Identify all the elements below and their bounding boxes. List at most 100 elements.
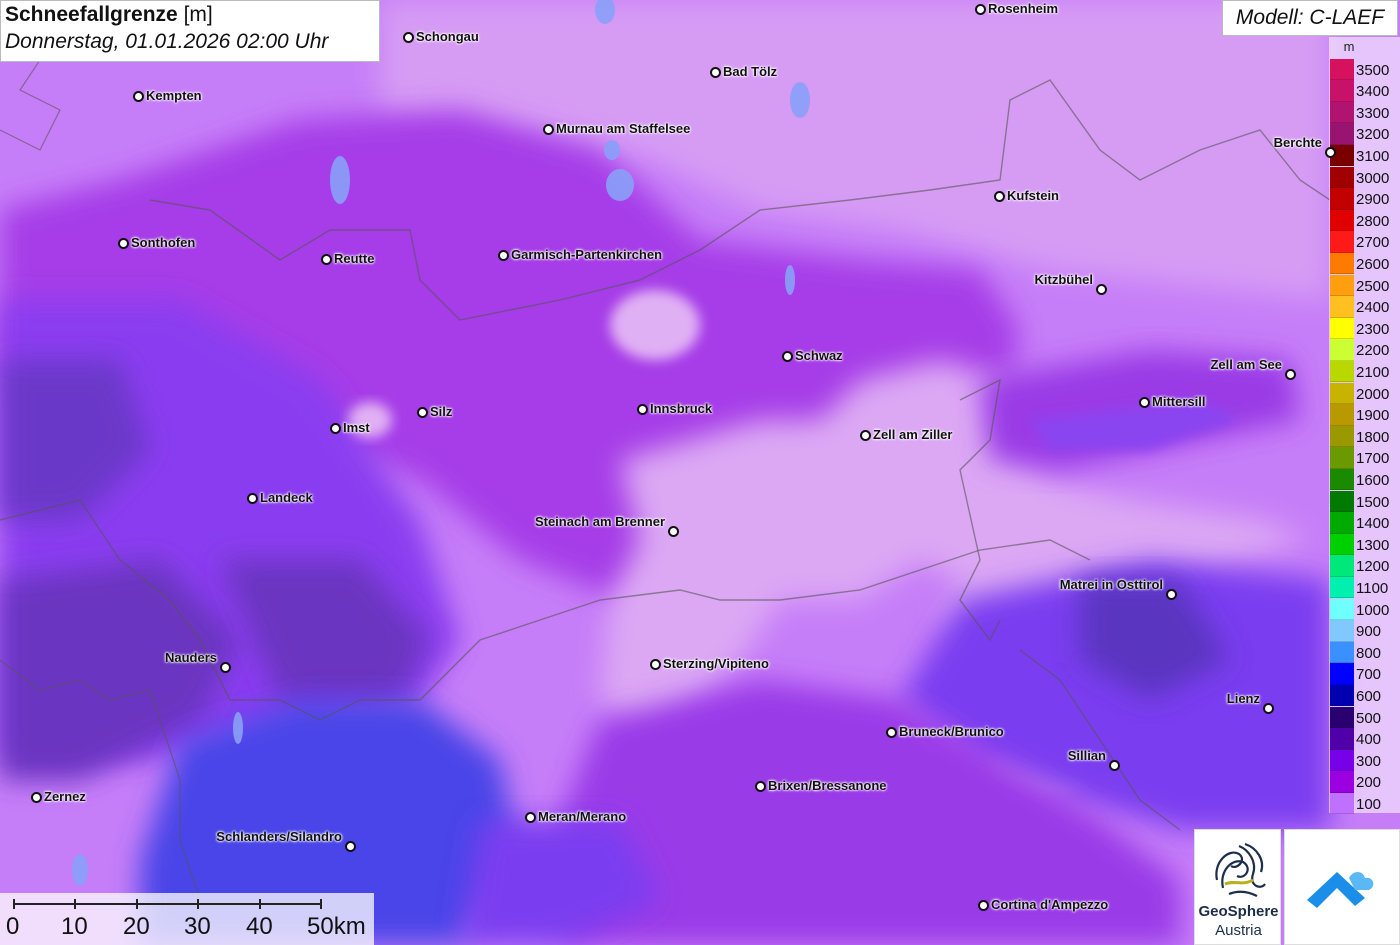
scale-label: 0	[6, 913, 20, 940]
city-marker	[330, 423, 341, 434]
legend-label: 1800	[1356, 428, 1390, 446]
legend-swatch	[1330, 447, 1354, 469]
legend-swatch	[1330, 80, 1354, 102]
model-label: Modell: C-LAEF	[1222, 0, 1398, 36]
legend-row-1600: 1600	[1329, 468, 1400, 491]
city-marker	[403, 32, 414, 43]
legend-row-2800: 2800	[1329, 209, 1400, 232]
legend-swatch	[1330, 101, 1354, 124]
city-label: Steinach am Brenner	[534, 514, 665, 529]
cloud-arrow-icon	[1307, 872, 1374, 908]
scale-tick	[136, 899, 138, 909]
legend-swatch	[1330, 123, 1354, 145]
city-label: Garmisch-Partenkirchen	[511, 247, 663, 262]
city-marker	[710, 67, 721, 78]
city-label: Sillian	[1067, 748, 1106, 763]
legend-row-2100: 2100	[1329, 360, 1400, 383]
city-label: Meran/Merano	[538, 809, 627, 824]
legend-swatch	[1330, 576, 1354, 599]
city-label: Zernez	[44, 789, 86, 804]
legend-row-1900: 1900	[1329, 404, 1400, 426]
city-label: Bruneck/Brunico	[899, 724, 1004, 739]
city-label: Schwaz	[795, 348, 843, 363]
city-label: Cortina d'Ampezzo	[991, 897, 1109, 912]
scale-label: 20	[123, 913, 150, 940]
legend-swatch	[1330, 512, 1354, 534]
city-marker	[975, 4, 986, 15]
legend-swatch	[1330, 749, 1354, 772]
city-label: Brixen/Bressanone	[768, 778, 887, 793]
legend-label: 1200	[1356, 558, 1390, 576]
city-label: Rosenheim	[988, 1, 1059, 16]
legend-swatch	[1330, 792, 1354, 815]
scale-tick	[320, 899, 322, 909]
legend-label: 2500	[1356, 277, 1390, 295]
legend-swatch	[1330, 296, 1354, 318]
city-label: Zell am Ziller	[873, 427, 953, 442]
legend-row-100: 100	[1329, 792, 1400, 815]
legend-row-1200: 1200	[1329, 555, 1400, 577]
weather-app-logo[interactable]	[1284, 829, 1400, 945]
city-marker	[1263, 703, 1274, 714]
legend-label: 200	[1356, 774, 1382, 792]
legend-label: 2900	[1356, 191, 1390, 209]
city-marker	[1166, 589, 1177, 600]
legend-swatch	[1330, 58, 1354, 81]
city-marker	[755, 781, 766, 792]
legend-row-1400: 1400	[1329, 512, 1400, 534]
city-marker	[637, 404, 648, 415]
city-marker	[1325, 147, 1336, 158]
logo-line1: GeoSphere	[1198, 903, 1279, 920]
legend-swatch	[1330, 641, 1354, 664]
legend-row-400: 400	[1329, 728, 1400, 750]
scale-label: 50km	[307, 913, 366, 940]
legend-swatch	[1330, 425, 1354, 448]
city-label: Mittersill	[1152, 394, 1206, 409]
city-label: Innsbruck	[650, 401, 713, 416]
legend-label: 2700	[1356, 234, 1390, 252]
legend-label: 600	[1356, 687, 1382, 705]
legend-label: 3500	[1356, 61, 1390, 79]
scale-label: 40	[246, 913, 273, 940]
city-label: Schlanders/Silandro	[216, 829, 342, 844]
snowfall-line-map[interactable]	[0, 0, 1400, 945]
city-marker	[1096, 284, 1107, 295]
scale-bar: 0 10 20 30 40 50km	[0, 893, 374, 945]
legend-label: 800	[1356, 644, 1382, 662]
city-marker	[978, 900, 989, 911]
legend-label: 700	[1356, 666, 1382, 684]
legend-swatch	[1330, 166, 1354, 189]
map-title-box: Schneefallgrenze [m] Donnerstag, 01.01.2…	[0, 0, 380, 62]
geosphere-logo[interactable]: GeoSphere Austria	[1194, 829, 1281, 945]
city-marker	[650, 659, 661, 670]
city-label: Reutte	[334, 251, 375, 266]
legend-row-1800: 1800	[1329, 425, 1400, 448]
city-marker	[668, 526, 679, 537]
legend-row-1100: 1100	[1329, 576, 1400, 599]
legend-swatch	[1330, 533, 1354, 556]
legend-row-3200: 3200	[1329, 123, 1400, 145]
city-marker	[1139, 397, 1150, 408]
legend-swatch	[1330, 468, 1354, 491]
legend-row-900: 900	[1329, 620, 1400, 642]
legend-row-3000: 3000	[1329, 166, 1400, 189]
legend-label: 3000	[1356, 169, 1390, 187]
city-label: Landeck	[260, 490, 313, 505]
legend-swatch	[1330, 620, 1354, 642]
legend-label: 2300	[1356, 320, 1390, 338]
legend-row-3400: 3400	[1329, 80, 1400, 102]
legend-swatch	[1330, 728, 1354, 750]
scale-tick	[13, 899, 15, 909]
map-title-variable: Schneefallgrenze	[5, 3, 178, 26]
legend-row-500: 500	[1329, 706, 1400, 729]
legend-label: 400	[1356, 731, 1382, 749]
city-label: Nauders	[164, 650, 217, 665]
legend-swatch	[1330, 598, 1354, 621]
legend-swatch	[1330, 274, 1354, 297]
city-marker	[782, 351, 793, 362]
legend-swatch	[1330, 360, 1354, 383]
legend-swatch	[1330, 555, 1354, 577]
city-marker	[118, 238, 129, 249]
legend-swatch	[1330, 684, 1354, 707]
color-legend: m 3500 3400 3300 3200 3100 3000 2900 2800 2700 26…	[1329, 37, 1400, 815]
